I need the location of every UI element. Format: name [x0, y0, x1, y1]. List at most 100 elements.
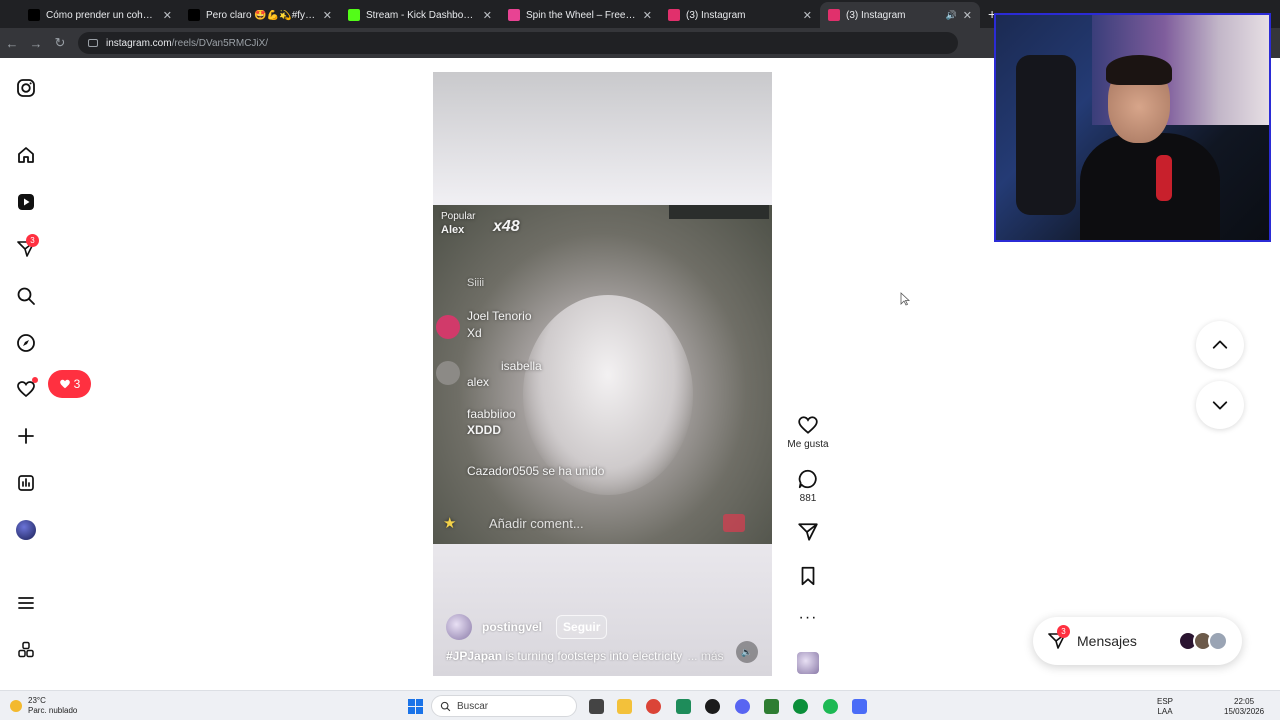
messages-bar[interactable]: 3 Mensajes [1033, 617, 1242, 665]
start-button[interactable] [408, 699, 423, 714]
next-reel-button[interactable] [1196, 381, 1244, 429]
tab-close-icon[interactable]: ✕ [163, 9, 172, 22]
comment-icon[interactable] [797, 468, 819, 490]
url-field[interactable]: instagram.com/reels/DVan5RMCJiX/ [78, 32, 958, 54]
audio-avatar[interactable] [797, 652, 819, 674]
like-icon[interactable] [797, 414, 819, 436]
explore-icon[interactable] [15, 332, 37, 354]
chrome-icon[interactable] [646, 699, 661, 714]
more-options-icon[interactable]: ··· [799, 609, 818, 627]
tab-audio-icon[interactable]: 🔊 [946, 10, 957, 21]
popular-user: Alex [441, 224, 465, 236]
reel-player[interactable]: Popular Alex x48 Siiii Joel Tenorio Xd i… [433, 72, 772, 676]
reload-button[interactable]: ↻ [48, 35, 72, 51]
weather-icon [10, 700, 22, 712]
app-icon[interactable] [676, 699, 691, 714]
discord-icon[interactable] [735, 699, 750, 714]
more-menu-icon[interactable] [15, 592, 37, 614]
follow-button[interactable]: Seguir [556, 615, 608, 639]
back-button[interactable]: ← [0, 36, 24, 51]
taskview-icon[interactable] [589, 699, 604, 714]
also-from-meta-icon[interactable] [15, 639, 37, 661]
reel-caption[interactable]: #JPJapan is turning footsteps into elect… [446, 649, 724, 663]
tab-close-icon[interactable]: ✕ [963, 9, 972, 22]
weather-widget[interactable]: 23°C Parc. nublado [10, 696, 77, 716]
profile-avatar[interactable] [15, 519, 37, 541]
popular-label: Popular [441, 211, 476, 222]
site-info-icon[interactable] [88, 39, 98, 47]
forward-button[interactable]: → [24, 36, 48, 51]
taskbar-search[interactable]: Buscar [431, 695, 577, 717]
webcam-chair [1016, 55, 1076, 215]
avatar [1208, 631, 1228, 651]
caption-more-link[interactable]: ... más [687, 649, 723, 663]
url-host: instagram.com [106, 37, 172, 49]
tab-label: Pero claro 🤩💪💫#fyppp #la [206, 9, 317, 21]
save-action[interactable] [784, 565, 832, 587]
audio-thumbnail[interactable] [784, 652, 832, 674]
tab-close-icon[interactable]: ✕ [803, 9, 812, 22]
home-icon[interactable] [15, 144, 37, 166]
share-icon[interactable] [797, 521, 819, 543]
reel-top-gradient [433, 72, 772, 202]
browser-tab[interactable]: Stream - Kick Dashboard ✕ [340, 2, 500, 28]
notification-pill[interactable]: 3 [48, 370, 91, 398]
comment-action[interactable]: 881 [784, 468, 832, 504]
sound-toggle-icon[interactable]: 🔈 [736, 641, 758, 663]
caption-hashtag[interactable]: #JPJapan [446, 649, 502, 663]
mouse-cursor-icon [900, 292, 911, 311]
like-action[interactable]: Me gusta [784, 414, 832, 450]
comment-text: Xd [467, 326, 482, 340]
video-top-shape [669, 205, 769, 219]
instagram-sidebar: 3 3 [0, 58, 91, 690]
file-explorer-icon[interactable] [617, 699, 632, 714]
browser-tab[interactable]: (3) Instagram ✕ [660, 2, 820, 28]
tab-close-icon[interactable]: ✕ [643, 9, 652, 22]
browser-tab[interactable]: Cómo prender un cohete de fu ✕ [20, 2, 180, 28]
comment-input-placeholder: Añadir coment... [489, 516, 584, 531]
tab-favicon-icon [188, 9, 200, 21]
search-icon[interactable] [15, 285, 37, 307]
tab-label: Spin the Wheel – Free Wheel Sp [526, 9, 637, 21]
obs-icon[interactable] [705, 699, 720, 714]
browser-tab[interactable]: (3) Instagram 🔊 ✕ [820, 2, 980, 28]
create-icon[interactable] [15, 425, 37, 447]
chevron-up-icon [1212, 340, 1228, 349]
reels-icon[interactable] [15, 191, 37, 213]
spotify-icon[interactable] [823, 699, 838, 714]
minecraft-icon[interactable] [764, 699, 779, 714]
previous-reel-button[interactable] [1196, 321, 1244, 369]
browser-tab[interactable]: Pero claro 🤩💪💫#fyppp #la ✕ [180, 2, 340, 28]
more-options-action[interactable]: ··· [784, 609, 832, 627]
xbox-icon[interactable] [793, 699, 808, 714]
language-indicator[interactable]: ESP LAA [1157, 697, 1173, 717]
instagram-logo-icon[interactable] [15, 77, 37, 99]
dashboard-icon[interactable] [15, 472, 37, 494]
app-icon[interactable] [852, 699, 867, 714]
comment-text: XDDD [467, 423, 502, 437]
share-action[interactable] [784, 521, 832, 543]
messages-icon[interactable]: 3 [15, 234, 39, 260]
browser-tab[interactable]: Spin the Wheel – Free Wheel Sp ✕ [500, 2, 660, 28]
search-icon [440, 701, 451, 711]
heart-icon [59, 379, 70, 389]
notifications-icon[interactable] [15, 377, 38, 400]
clock[interactable]: 22:05 15/03/2026 [1224, 697, 1264, 717]
tab-label: Cómo prender un cohete de fu [46, 9, 157, 21]
tab-favicon-icon [508, 9, 520, 21]
windows-taskbar: 23°C Parc. nublado Buscar ESP LAA 22:05 … [0, 690, 1280, 720]
bookmark-icon[interactable] [797, 565, 819, 587]
chevron-down-icon [1212, 401, 1228, 410]
weather-temp: 23°C [28, 696, 46, 705]
author-avatar[interactable] [446, 614, 472, 640]
tab-label: Stream - Kick Dashboard [366, 9, 477, 21]
tab-close-icon[interactable]: ✕ [323, 9, 332, 22]
author-name[interactable]: postingvel [482, 620, 542, 634]
tab-close-icon[interactable]: ✕ [483, 9, 492, 22]
like-label: Me gusta [787, 439, 829, 450]
weather-desc: Parc. nublado [28, 706, 78, 715]
language-top: ESP [1157, 697, 1174, 706]
messages-bar-icon: 3 [1047, 625, 1070, 651]
reel-video-frame[interactable]: Popular Alex x48 Siiii Joel Tenorio Xd i… [433, 205, 772, 544]
url-path: /reels/DVan5RMCJiX/ [171, 37, 269, 49]
